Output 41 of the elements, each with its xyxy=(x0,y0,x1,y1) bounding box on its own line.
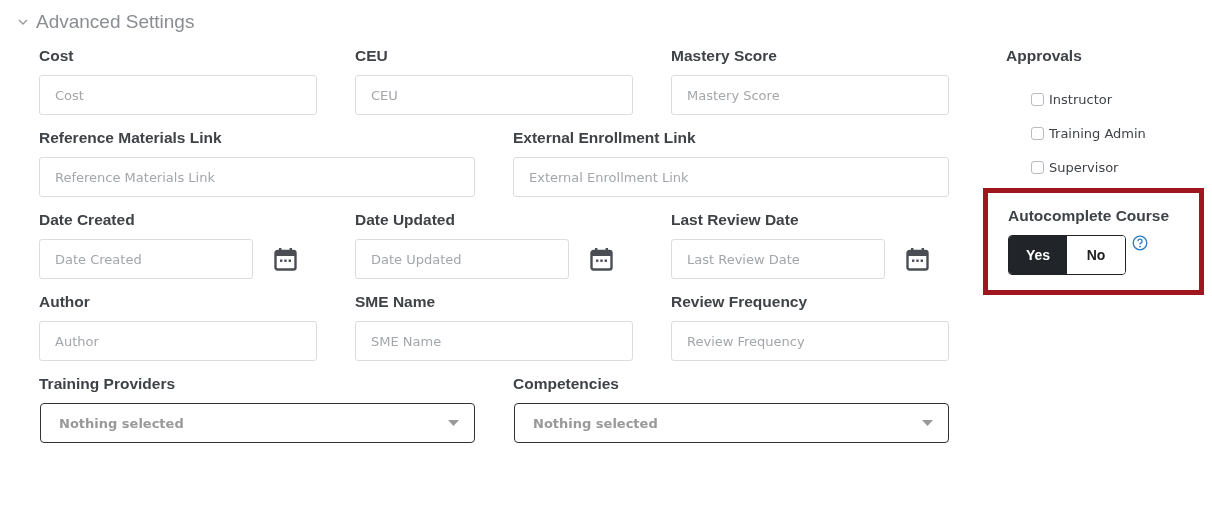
field-label: Reference Materials Link xyxy=(39,128,223,148)
field-label: External Enrollment Link xyxy=(513,128,697,148)
chevron-icon[interactable] xyxy=(18,18,28,26)
field-label: SME Name xyxy=(355,292,437,312)
date-field[interactable]: Date Updated xyxy=(355,239,569,279)
checkbox-label[interactable]: Instructor xyxy=(1049,91,1113,107)
autocomplete-label: Autocomplete Course xyxy=(1008,206,1171,226)
checkbox[interactable] xyxy=(1031,160,1044,174)
input-field[interactable]: External Enrollment Link xyxy=(513,157,949,197)
field-label: Last Review Date xyxy=(671,210,800,230)
approvals-heading: Approvals xyxy=(1006,46,1083,66)
field-label: Review Frequency xyxy=(671,292,809,312)
input-field[interactable]: Mastery Score xyxy=(671,75,949,115)
input-field[interactable]: Cost xyxy=(39,75,317,115)
field-label: Date Created xyxy=(39,210,136,230)
input-field[interactable]: Review Frequency xyxy=(671,321,949,361)
field-label: Competencies xyxy=(513,374,620,394)
section-title: Advanced Settings xyxy=(36,11,195,33)
checkbox[interactable] xyxy=(1031,126,1044,140)
field-label: Mastery Score xyxy=(671,46,778,66)
input-field[interactable]: SME Name xyxy=(355,321,633,361)
toggle-option[interactable]: Yes xyxy=(1009,236,1067,274)
field-label: CEU xyxy=(355,46,389,66)
date-field[interactable]: Date Created xyxy=(39,239,253,279)
date-field[interactable]: Last Review Date xyxy=(671,239,885,279)
input-field[interactable]: CEU xyxy=(355,75,633,115)
input-field[interactable]: Reference Materials Link xyxy=(39,157,475,197)
caret-icon xyxy=(922,420,933,426)
field-label: Cost xyxy=(39,46,75,66)
checkbox-label[interactable]: Supervisor xyxy=(1049,159,1119,175)
checkbox[interactable] xyxy=(1031,92,1044,106)
calendar-icon[interactable] xyxy=(274,247,297,271)
field-label: Date Updated xyxy=(355,210,456,230)
input-field[interactable]: Author xyxy=(39,321,317,361)
calendar-icon[interactable] xyxy=(590,247,613,271)
calendar-icon[interactable] xyxy=(906,247,929,271)
help-icon[interactable] xyxy=(1132,235,1148,251)
caret-icon xyxy=(448,420,459,426)
field-label: Training Providers xyxy=(39,374,177,394)
field-label: Author xyxy=(39,292,91,312)
checkbox-label[interactable]: Training Admin xyxy=(1049,125,1146,141)
